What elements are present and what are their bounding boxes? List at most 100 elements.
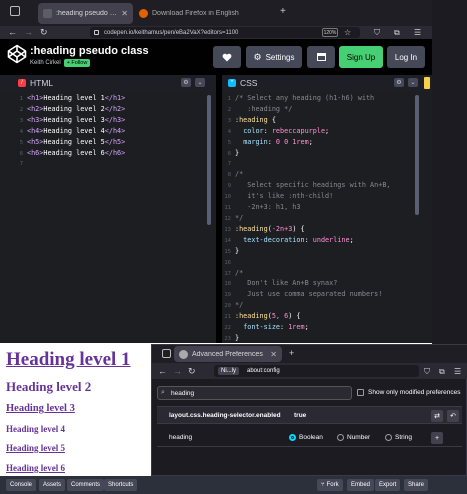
signup-button[interactable]: Sign Up	[339, 46, 383, 68]
lock-icon[interactable]	[94, 30, 99, 35]
code-line: 1 <h1>Heading level 1</h1>	[14, 94, 126, 105]
share-button[interactable]: Share	[404, 479, 429, 491]
url-field[interactable]: codepen.io/keithamus/pen/eBa2VaX?editors…	[90, 27, 360, 38]
search-value: heading	[171, 389, 195, 397]
browser-toolbar: ← → ↻ codepen.io/keithamus/pen/eBa2VaX?e…	[0, 26, 432, 39]
radio-boolean-dot[interactable]	[289, 434, 296, 441]
radio-boolean[interactable]: Boolean	[289, 434, 337, 441]
love-button[interactable]	[213, 46, 241, 68]
pen-author: Keith Cirkel + Follow	[30, 59, 91, 67]
config-search-input[interactable]: heading	[157, 386, 352, 400]
fork-button[interactable]: ⑂ Fork	[317, 479, 343, 491]
firefox-view-icon[interactable]	[162, 349, 171, 358]
new-pref-name: heading	[169, 434, 193, 441]
reload-icon[interactable]: ↻	[40, 26, 48, 39]
shield-icon[interactable]: ⛉	[424, 365, 430, 378]
reset-icon[interactable]: ↶	[447, 410, 459, 422]
line-number: 9	[227, 183, 231, 190]
new-tab-icon[interactable]: +	[289, 348, 294, 358]
bookmark-star-icon[interactable]: ☆	[344, 26, 351, 39]
result-heading-6: Heading level 6	[6, 463, 65, 473]
line-number: 22	[224, 325, 231, 332]
codepen-favicon-icon	[43, 9, 52, 18]
console-button[interactable]: Console	[6, 479, 37, 491]
css-code[interactable]: 1/* Select any heading (h1-h6) with 2 :he…	[222, 94, 391, 345]
line-number: 12	[224, 215, 231, 222]
show-modified-checkbox[interactable]	[357, 389, 364, 396]
tab-advanced-preferences[interactable]: Advanced Preferences ✕	[174, 346, 282, 362]
shield-icon[interactable]: ⛉	[374, 26, 380, 39]
zoom-indicator[interactable]: 120%	[322, 28, 338, 37]
line-number: 13	[224, 226, 231, 233]
show-modified-label: Show only modified preferences	[368, 389, 461, 396]
line-number: 2	[19, 106, 23, 113]
line-number: 21	[224, 314, 231, 321]
tab-codepen[interactable]: :heading pseudo class ✕	[38, 3, 133, 24]
comments-button[interactable]: Comments	[67, 479, 105, 491]
code-line: 1/* Select any heading (h1-h6) with	[222, 94, 391, 105]
html-collapse-icon[interactable]: ⌄	[195, 78, 205, 87]
sidebar-tool-icon[interactable]	[424, 77, 430, 89]
config-tab-bar: Advanced Preferences ✕ +	[152, 345, 467, 363]
gear-favicon-icon	[179, 349, 188, 359]
config-url-field[interactable]: Ni...ly about:config	[214, 365, 419, 377]
radio-string-dot[interactable]	[385, 434, 392, 441]
html-code[interactable]: 1 <h1>Heading level 1</h1> 2 <h2>Heading le…	[14, 94, 126, 170]
close-tab-icon[interactable]: ✕	[270, 350, 277, 359]
code-line: 17/*	[222, 269, 391, 280]
identity-badge[interactable]: Ni...ly	[218, 367, 239, 375]
code-line: 11 -2n+3: h1, h3	[222, 203, 391, 214]
extensions-icon[interactable]: ⧉	[394, 26, 400, 39]
codepen-logo-icon[interactable]	[7, 44, 27, 64]
export-button[interactable]: Export	[375, 479, 401, 491]
toggle-icon[interactable]: ⇄	[431, 410, 443, 422]
shortcuts-button[interactable]: Shortcuts	[104, 479, 138, 491]
firefox-favicon-icon	[139, 9, 148, 18]
forward-icon[interactable]: →	[24, 26, 33, 39]
code-line: 7	[14, 159, 125, 170]
line-number: 4	[19, 128, 23, 135]
back-icon[interactable]: ←	[8, 26, 17, 39]
radio-string[interactable]: String	[385, 434, 425, 441]
html-label-text: HTML	[30, 78, 54, 88]
embed-button[interactable]: Embed	[347, 479, 375, 491]
back-icon[interactable]: ←	[158, 365, 167, 378]
layout-icon	[316, 53, 326, 61]
fork-icon: ⑂	[321, 482, 325, 488]
add-pref-button[interactable]: +	[431, 432, 443, 444]
line-number: 5	[227, 139, 231, 146]
css-settings-icon[interactable]: ⚙	[394, 78, 404, 87]
result-heading-1: Heading level 1	[6, 349, 131, 370]
line-number: 6	[227, 150, 231, 157]
layout-button[interactable]	[307, 46, 335, 68]
menu-icon[interactable]: ☰	[414, 26, 421, 39]
reload-icon[interactable]: ↻	[188, 365, 196, 378]
css-editor: * CSS ⚙ ⌄ 1/* Select any heading (h1-h6)…	[222, 75, 432, 343]
css-scrollbar[interactable]	[415, 95, 419, 215]
show-modified-toggle[interactable]: Show only modified preferences	[357, 389, 461, 396]
firefox-view-icon[interactable]	[10, 6, 20, 16]
url-text: codepen.io/keithamus/pen/eBa2VaX?editors…	[104, 29, 239, 36]
tab-download-firefox[interactable]: Download Firefox in English	[134, 3, 274, 24]
config-row-existing[interactable]: layout.css.heading-selector.enabled true…	[157, 406, 462, 424]
login-button[interactable]: Log In	[387, 46, 425, 68]
follow-button[interactable]: + Follow	[63, 59, 91, 67]
html-scrollbar[interactable]	[207, 95, 211, 225]
line-number: 2	[227, 106, 231, 113]
forward-icon[interactable]: →	[173, 365, 182, 378]
menu-icon[interactable]: ☰	[454, 365, 461, 378]
code-line: 18 Don't like An+B synax?	[222, 279, 391, 290]
radio-number-dot[interactable]	[337, 434, 344, 441]
code-line: 19 Just use comma separated numbers!	[222, 290, 391, 301]
new-tab-icon[interactable]: +	[280, 6, 286, 17]
radio-number[interactable]: Number	[337, 434, 385, 441]
html-settings-icon[interactable]: ⚙	[181, 78, 191, 87]
close-tab-icon[interactable]: ✕	[121, 9, 128, 18]
extensions-icon[interactable]: ⧉	[439, 365, 445, 378]
line-number: 11	[224, 205, 231, 212]
settings-button[interactable]: ⚙ Settings	[246, 46, 302, 68]
author-name[interactable]: Keith Cirkel	[30, 60, 61, 66]
css-collapse-icon[interactable]: ⌄	[408, 78, 418, 87]
pref-name: layout.css.heading-selector.enabled	[169, 411, 281, 419]
assets-button[interactable]: Assets	[39, 479, 66, 491]
